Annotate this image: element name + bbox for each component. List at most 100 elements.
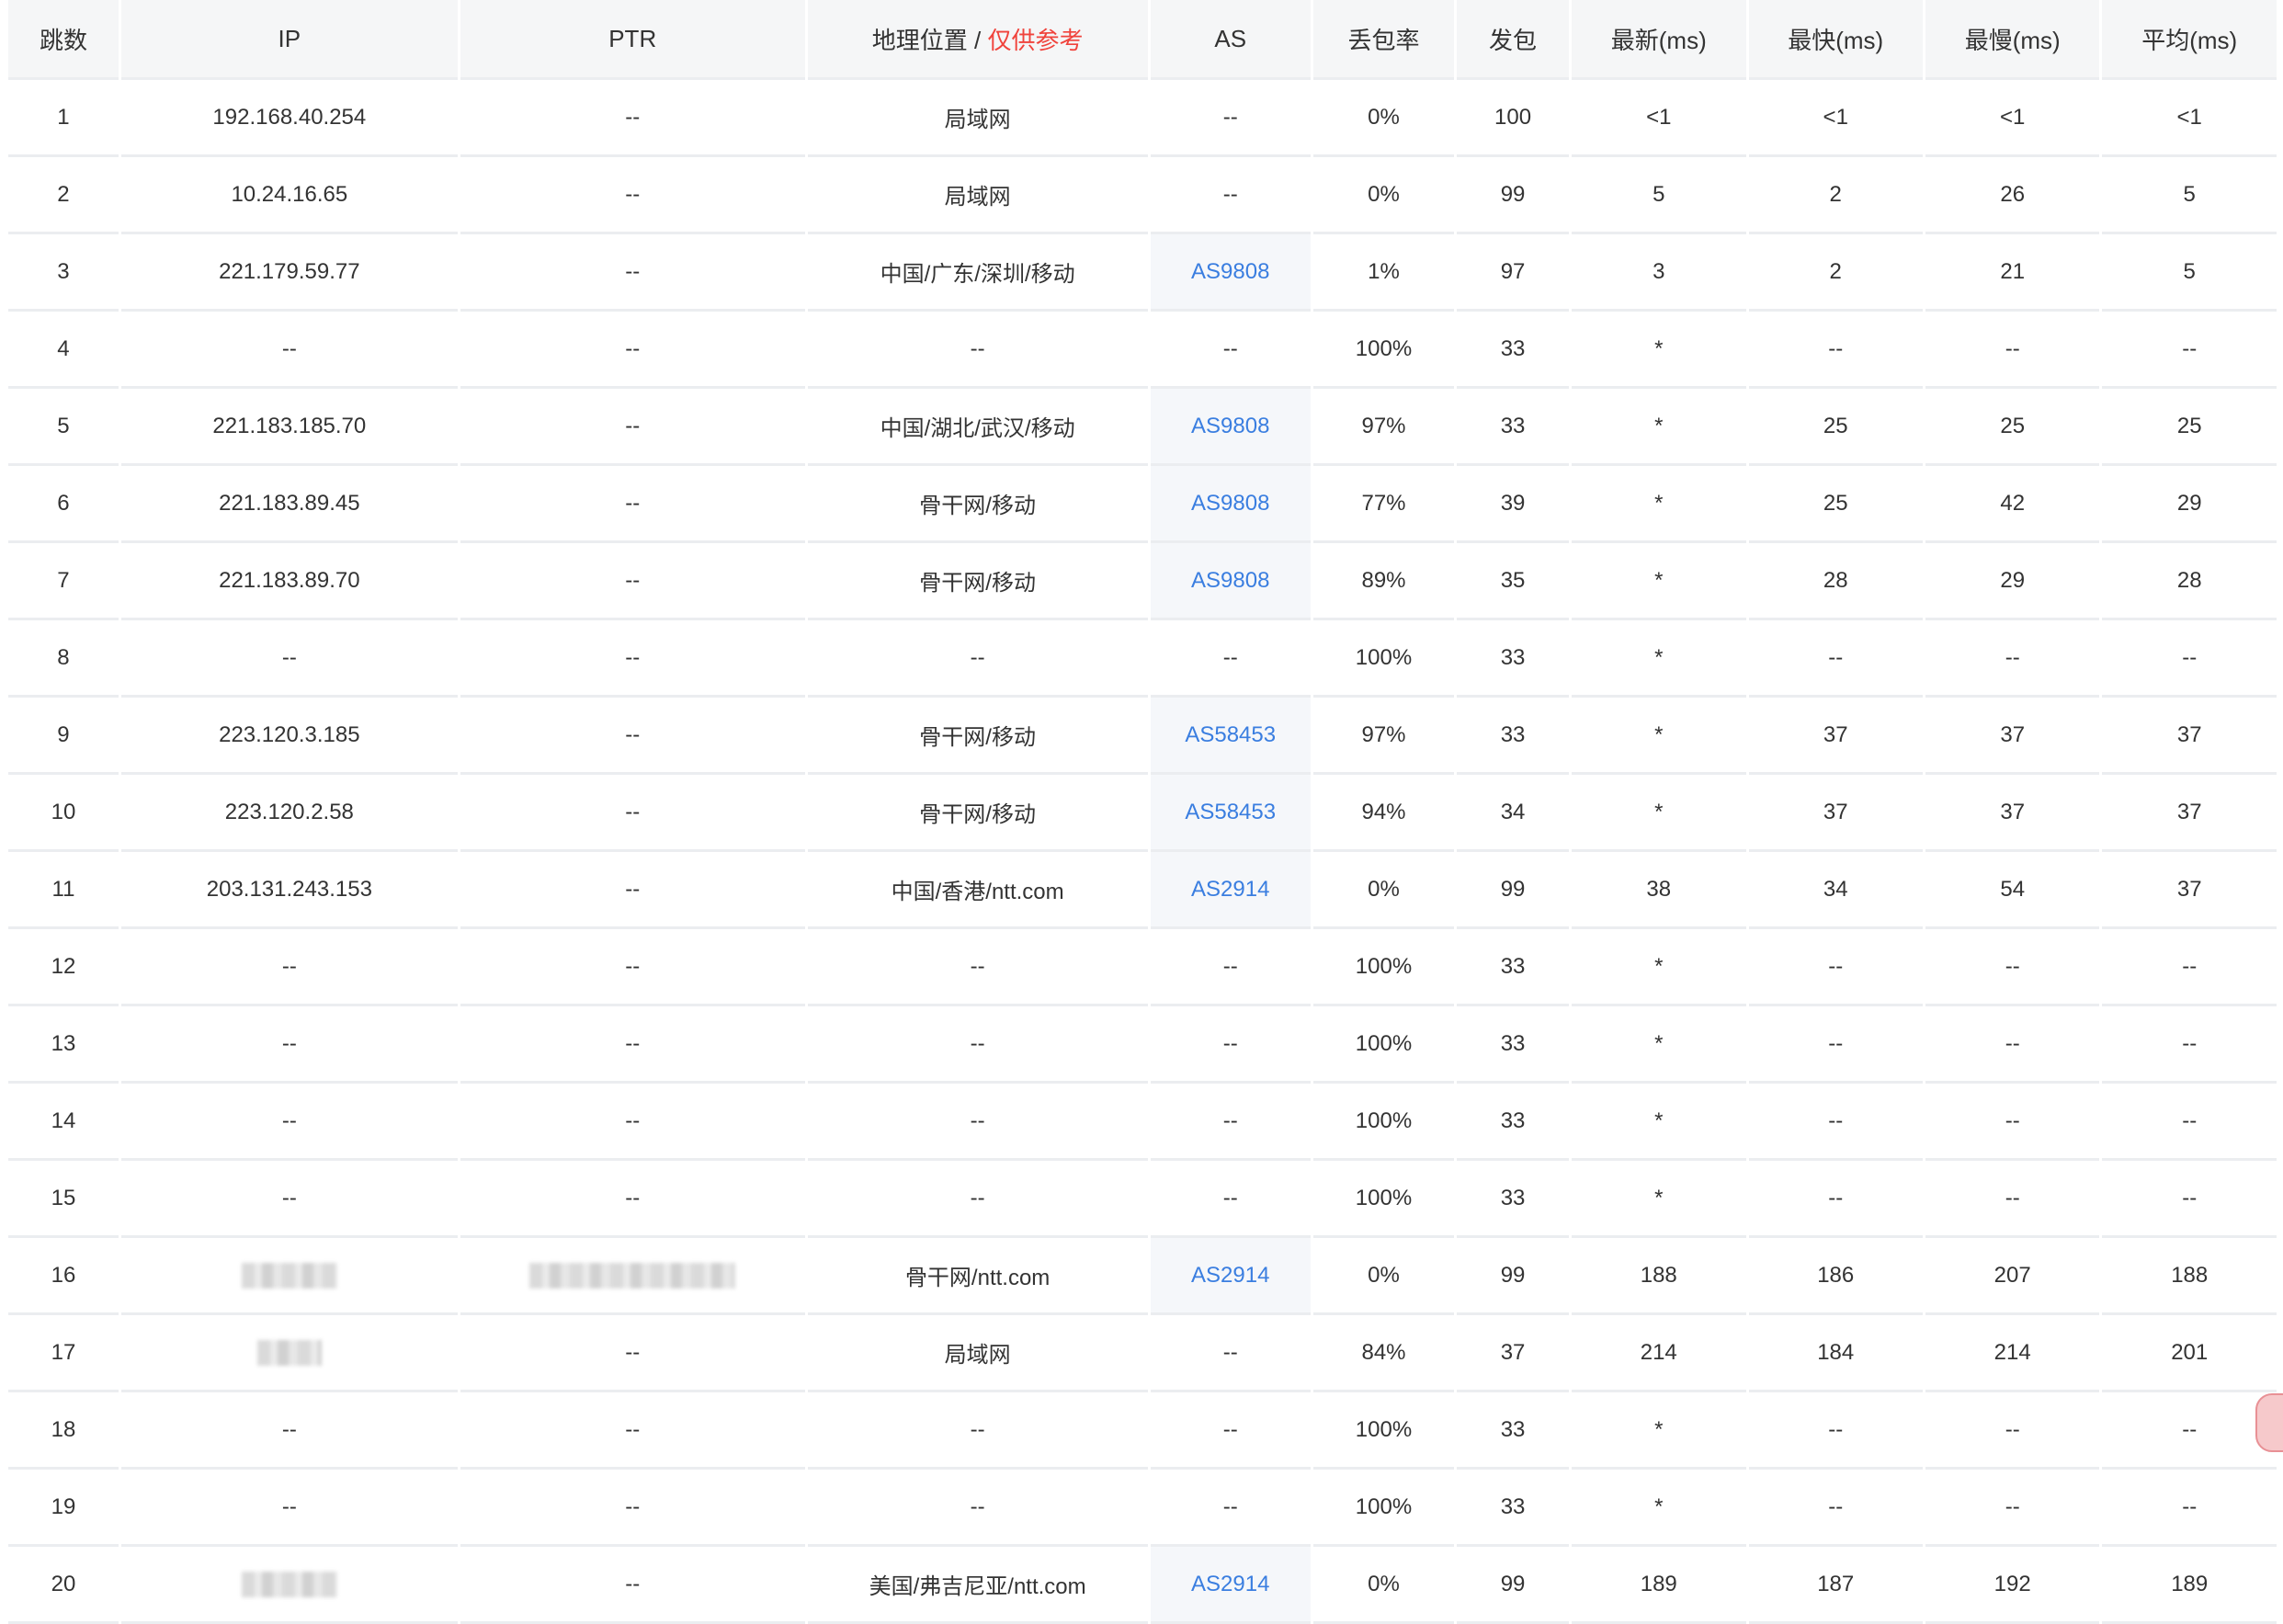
cell-geo: 局域网 bbox=[807, 157, 1148, 234]
cell-as: -- bbox=[1150, 1315, 1311, 1392]
cell-last: * bbox=[1572, 698, 1746, 775]
cell-ip: 223.120.3.185 bbox=[120, 698, 458, 775]
cell-sent: 35 bbox=[1457, 543, 1570, 620]
cell-as: -- bbox=[1150, 312, 1311, 389]
cell-ptr: -- bbox=[460, 543, 805, 620]
cell-geo: -- bbox=[807, 929, 1148, 1006]
as-link[interactable]: AS2914 bbox=[1191, 877, 1269, 902]
cell-avg: <1 bbox=[2102, 80, 2277, 157]
col-header-last: 最新(ms) bbox=[1572, 0, 1746, 80]
table-row: 7 221.183.89.70 -- 骨干网/移动 AS9808 89% 35 * 28 29 28 bbox=[8, 543, 2277, 620]
cell-best: -- bbox=[1748, 1470, 1923, 1547]
cell-sent: 100 bbox=[1457, 80, 1570, 157]
cell-loss: 100% bbox=[1312, 1161, 1455, 1238]
as-link[interactable]: AS2914 bbox=[1191, 1263, 1269, 1288]
table-row: 20 -- 美国/弗吉尼亚/ntt.com AS2914 0% 99 189 187 192 18… bbox=[8, 1547, 2277, 1624]
cell-last: 5 bbox=[1572, 157, 1746, 234]
cell-ptr: -- bbox=[460, 775, 805, 852]
cell-worst: 207 bbox=[1925, 1238, 2100, 1315]
table-header-row: 跳数 IP PTR 地理位置 / 仅供参考 AS 丢包率 发包 最新(ms) 最… bbox=[8, 0, 2277, 80]
cell-last: 188 bbox=[1572, 1238, 1746, 1315]
table-row: 17 -- 局域网 -- 84% 37 214 184 214 201 bbox=[8, 1315, 2277, 1392]
cell-sent: 37 bbox=[1457, 1315, 1570, 1392]
table-row: 14 -- -- -- -- 100% 33 * -- -- -- bbox=[8, 1084, 2277, 1161]
cell-hop: 7 bbox=[8, 543, 119, 620]
cell-loss: 89% bbox=[1312, 543, 1455, 620]
cell-ptr: -- bbox=[460, 312, 805, 389]
cell-hop: 4 bbox=[8, 312, 119, 389]
geo-header-label: 地理位置 bbox=[871, 26, 968, 54]
cell-avg: -- bbox=[2102, 1392, 2277, 1470]
cell-sent: 34 bbox=[1457, 775, 1570, 852]
cell-ip: 10.24.16.65 bbox=[120, 157, 458, 234]
cell-ptr: -- bbox=[460, 698, 805, 775]
cell-best: -- bbox=[1748, 1084, 1923, 1161]
as-link[interactable]: AS58453 bbox=[1185, 722, 1276, 747]
cell-loss: 97% bbox=[1312, 698, 1455, 775]
table-body: 1 192.168.40.254 -- 局域网 -- 0% 100 <1 <1 <1 <1 2 10.2… bbox=[8, 80, 2277, 1624]
cell-hop: 19 bbox=[8, 1470, 119, 1547]
hops-table: 跳数 IP PTR 地理位置 / 仅供参考 AS 丢包率 发包 最新(ms) 最… bbox=[6, 0, 2279, 1624]
cell-hop: 9 bbox=[8, 698, 119, 775]
table-row: 18 -- -- -- -- 100% 33 * -- -- -- bbox=[8, 1392, 2277, 1470]
cell-last: * bbox=[1572, 312, 1746, 389]
cell-ptr: -- bbox=[460, 80, 805, 157]
cell-geo: 骨干网/移动 bbox=[807, 466, 1148, 543]
cell-avg: 188 bbox=[2102, 1238, 2277, 1315]
col-header-ip: IP bbox=[120, 0, 458, 80]
cell-best: 37 bbox=[1748, 698, 1923, 775]
table-row: 3 221.179.59.77 -- 中国/广东/深圳/移动 AS9808 1% 97 3 2 2… bbox=[8, 234, 2277, 312]
cell-ip bbox=[120, 1547, 458, 1624]
cell-hop: 1 bbox=[8, 80, 119, 157]
cell-best: 25 bbox=[1748, 389, 1923, 466]
cell-loss: 0% bbox=[1312, 852, 1455, 929]
redacted-ip bbox=[241, 1571, 337, 1597]
as-link[interactable]: AS9808 bbox=[1191, 568, 1269, 593]
cell-as: AS2914 bbox=[1150, 852, 1311, 929]
cell-avg: -- bbox=[2102, 929, 2277, 1006]
cell-geo: 中国/广东/深圳/移动 bbox=[807, 234, 1148, 312]
cell-worst: 25 bbox=[1925, 389, 2100, 466]
cell-as: -- bbox=[1150, 620, 1311, 698]
cell-loss: 0% bbox=[1312, 1547, 1455, 1624]
col-header-sent: 发包 bbox=[1457, 0, 1570, 80]
cell-ptr: -- bbox=[460, 620, 805, 698]
cell-hop: 20 bbox=[8, 1547, 119, 1624]
as-link[interactable]: AS9808 bbox=[1191, 259, 1269, 284]
cell-ip: 221.183.89.70 bbox=[120, 543, 458, 620]
cell-ptr: -- bbox=[460, 1084, 805, 1161]
cell-as: AS2914 bbox=[1150, 1547, 1311, 1624]
cell-ip: 192.168.40.254 bbox=[120, 80, 458, 157]
cell-geo: 骨干网/移动 bbox=[807, 698, 1148, 775]
cell-best: -- bbox=[1748, 1161, 1923, 1238]
cell-as: -- bbox=[1150, 1084, 1311, 1161]
cell-ip: 221.183.89.45 bbox=[120, 466, 458, 543]
as-link[interactable]: AS9808 bbox=[1191, 414, 1269, 438]
cell-hop: 10 bbox=[8, 775, 119, 852]
cell-hop: 6 bbox=[8, 466, 119, 543]
cell-loss: 94% bbox=[1312, 775, 1455, 852]
cell-worst: -- bbox=[1925, 1006, 2100, 1084]
cell-loss: 0% bbox=[1312, 80, 1455, 157]
cell-ip: 223.120.2.58 bbox=[120, 775, 458, 852]
cell-last: * bbox=[1572, 466, 1746, 543]
as-link[interactable]: AS9808 bbox=[1191, 491, 1269, 516]
cell-last: * bbox=[1572, 543, 1746, 620]
table-row: 19 -- -- -- -- 100% 33 * -- -- -- bbox=[8, 1470, 2277, 1547]
as-link[interactable]: AS2914 bbox=[1191, 1572, 1269, 1596]
cell-hop: 15 bbox=[8, 1161, 119, 1238]
floating-scroll-handle[interactable] bbox=[2255, 1393, 2283, 1452]
as-link[interactable]: AS58453 bbox=[1185, 800, 1276, 824]
cell-avg: -- bbox=[2102, 1161, 2277, 1238]
cell-avg: 5 bbox=[2102, 157, 2277, 234]
cell-ptr: -- bbox=[460, 1161, 805, 1238]
cell-avg: 37 bbox=[2102, 698, 2277, 775]
cell-sent: 33 bbox=[1457, 1006, 1570, 1084]
cell-worst: -- bbox=[1925, 1084, 2100, 1161]
cell-ptr: -- bbox=[460, 852, 805, 929]
cell-worst: -- bbox=[1925, 312, 2100, 389]
cell-ip: -- bbox=[120, 929, 458, 1006]
table-row: 13 -- -- -- -- 100% 33 * -- -- -- bbox=[8, 1006, 2277, 1084]
cell-avg: 28 bbox=[2102, 543, 2277, 620]
cell-avg: 25 bbox=[2102, 389, 2277, 466]
